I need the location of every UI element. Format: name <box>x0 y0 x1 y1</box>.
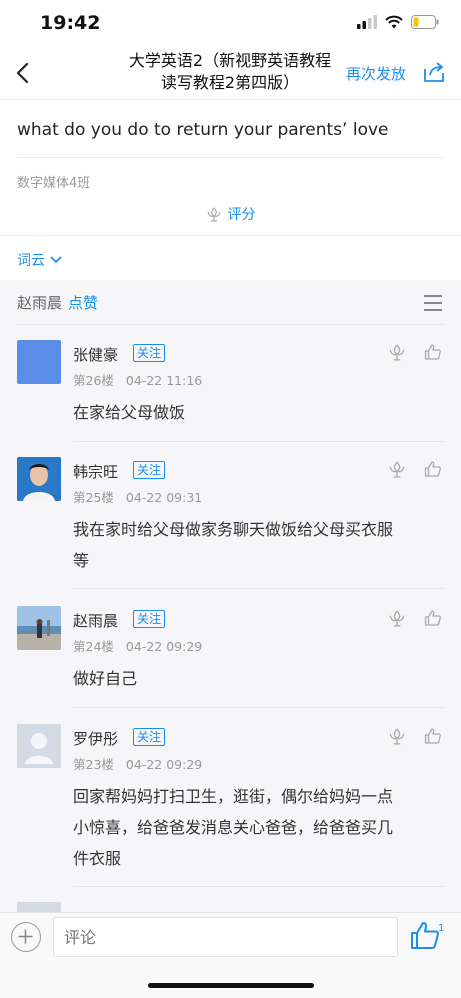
wordcloud-label: 词云 <box>17 253 45 269</box>
comment-actions <box>388 727 442 745</box>
commenter-name[interactable]: 韩宗旺 <box>73 461 118 482</box>
comment-text: 回家帮妈妈打扫卫生，逛街，偶尔给妈妈一点 小惊喜，给爸爸发消息关心爸爸，给爸爸买… <box>73 781 443 874</box>
follow-button[interactable]: 关注 <box>133 728 166 746</box>
status-icons <box>357 15 439 29</box>
comment-actions <box>388 609 442 627</box>
flower-icon[interactable] <box>388 727 406 745</box>
wordcloud-toggle[interactable]: 词云 <box>17 250 63 270</box>
comment-meta: 第25楼 04-22 09:31 <box>73 487 202 506</box>
divider <box>73 441 444 442</box>
comment-text-line: 回家帮妈妈打扫卫生，逛街，偶尔给妈妈一点 <box>73 787 394 806</box>
flower-icon[interactable] <box>388 343 406 361</box>
comment-meta: 第23楼 04-22 09:29 <box>73 754 202 773</box>
commenter-name[interactable]: 张健豪 <box>73 344 118 365</box>
page-title: 大学英语2（新视野英语教程 读写教程2第四版） <box>110 50 350 94</box>
thumbs-up-icon[interactable] <box>424 609 442 627</box>
avatar[interactable] <box>17 340 61 384</box>
share-icon[interactable] <box>422 60 446 84</box>
comment-text: 在家给父母做饭 <box>73 403 186 422</box>
chevron-down-icon <box>50 256 62 264</box>
flower-icon[interactable] <box>388 609 406 627</box>
thumbs-up-icon[interactable] <box>424 460 442 478</box>
divider <box>73 707 444 708</box>
floor-number: 第23楼 <box>73 757 114 772</box>
comment-actions <box>388 460 442 478</box>
plus-icon <box>18 929 33 944</box>
page-title-line2: 读写教程2第四版） <box>160 73 300 92</box>
signal-icon <box>357 15 377 29</box>
follow-button[interactable]: 关注 <box>133 461 166 479</box>
flower-icon <box>206 207 221 222</box>
topic-question: what do you do to return your parents’ l… <box>17 120 389 140</box>
resend-button[interactable]: 再次发放 <box>346 63 406 84</box>
comment-text: 做好自己 <box>73 669 138 688</box>
divider <box>73 886 444 887</box>
nav-bar: 大学英语2（新视野英语教程 读写教程2第四版） 再次发放 <box>0 46 461 100</box>
comment-text: 我在家时给父母做家务聊天做饭给父母买衣服 等 <box>73 514 443 576</box>
comment-input[interactable] <box>53 917 398 957</box>
status-bar: 19:42 <box>0 0 461 46</box>
comment-text-line: 我在家时给父母做家务聊天做饭给父母买衣服 <box>73 520 394 539</box>
person-photo <box>17 457 61 501</box>
comment-meta: 第26楼 04-22 11:16 <box>73 370 202 389</box>
commenter-name[interactable]: 罗伊彤 <box>73 728 118 749</box>
floor-number: 第24楼 <box>73 639 114 654</box>
add-attachment-button[interactable] <box>11 922 41 952</box>
comment-meta: 第24楼 04-22 09:29 <box>73 636 202 655</box>
wifi-icon <box>385 15 403 29</box>
liked-label: 点赞 <box>68 294 99 312</box>
divider <box>73 588 444 589</box>
divider <box>0 235 461 236</box>
comment-text-line: 等 <box>73 551 90 570</box>
liker-name: 赵雨晨 <box>17 294 63 312</box>
scenery-photo <box>17 606 61 650</box>
avatar[interactable] <box>17 724 61 768</box>
floor-number: 第26楼 <box>73 373 114 388</box>
thumbs-up-icon[interactable] <box>424 727 442 745</box>
avatar[interactable] <box>17 606 61 650</box>
follow-button[interactable]: 关注 <box>133 610 166 628</box>
menu-icon[interactable] <box>423 294 443 312</box>
comment-time: 04-22 09:29 <box>125 639 203 654</box>
page-title-line1: 大学英语2（新视野英语教程 <box>128 51 332 70</box>
comment-time: 04-22 09:29 <box>125 757 203 772</box>
like-count: 1 <box>438 923 445 934</box>
home-indicator <box>148 983 314 988</box>
thumbs-up-icon[interactable] <box>424 343 442 361</box>
flower-icon[interactable] <box>388 460 406 478</box>
rate-label: 评分 <box>227 207 256 223</box>
battery-icon <box>411 15 439 29</box>
floor-number: 第25楼 <box>73 490 114 505</box>
divider <box>17 324 444 325</box>
likes-bar: 赵雨晨 点赞 <box>17 292 98 313</box>
avatar[interactable] <box>17 902 61 912</box>
default-avatar-icon <box>17 724 61 768</box>
comment-actions <box>388 343 442 361</box>
divider <box>17 157 444 158</box>
status-time: 19:42 <box>40 12 101 34</box>
thumbs-up-icon[interactable] <box>410 919 440 951</box>
avatar[interactable] <box>17 457 61 501</box>
class-name: 数字媒体4班 <box>17 176 91 191</box>
comment-text-line: 小惊喜，给爸爸发消息关心爸爸，给爸爸买几 <box>73 818 394 837</box>
back-arrow-icon[interactable] <box>12 60 34 86</box>
commenter-name[interactable]: 赵雨晨 <box>73 610 118 631</box>
follow-button[interactable]: 关注 <box>133 344 166 362</box>
rate-button[interactable]: 评分 <box>0 204 461 224</box>
comment-time: 04-22 11:16 <box>125 373 203 388</box>
comment-text-line: 件衣服 <box>73 849 122 868</box>
comment-time: 04-22 09:31 <box>125 490 203 505</box>
